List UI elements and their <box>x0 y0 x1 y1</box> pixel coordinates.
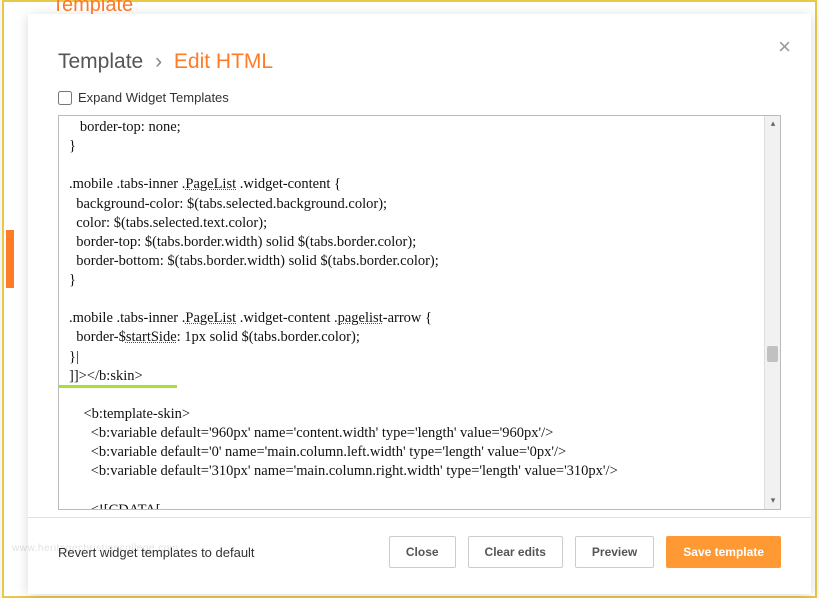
expand-widget-label: Expand Widget Templates <box>78 90 229 105</box>
expand-widget-row: Expand Widget Templates <box>28 86 811 115</box>
breadcrumb-current: Edit HTML <box>174 50 273 73</box>
clear-edits-button[interactable]: Clear edits <box>468 536 563 568</box>
breadcrumb: Template › Edit HTML <box>28 14 811 86</box>
scroll-thumb[interactable] <box>767 346 778 362</box>
preview-button[interactable]: Preview <box>575 536 654 568</box>
breadcrumb-separator: › <box>155 50 162 73</box>
close-icon[interactable]: × <box>778 36 791 58</box>
edit-html-modal: × Template › Edit HTML Expand Widget Tem… <box>28 14 811 594</box>
expand-widget-checkbox[interactable] <box>58 91 72 105</box>
code-editor[interactable]: border-top: none;} .mobile .tabs-inner .… <box>58 115 781 510</box>
scroll-up-icon[interactable]: ▴ <box>765 116 781 132</box>
breadcrumb-root[interactable]: Template <box>58 50 143 73</box>
modal-footer: Revert widget templates to default Close… <box>28 517 811 594</box>
scrollbar-vertical[interactable]: ▴ ▾ <box>764 116 780 509</box>
code-content[interactable]: border-top: none;} .mobile .tabs-inner .… <box>59 116 780 510</box>
outer-frame: Template × Template › Edit HTML Expand W… <box>2 0 817 598</box>
save-template-button[interactable]: Save template <box>666 536 781 568</box>
footer-buttons: Close Clear edits Preview Save template <box>389 536 781 568</box>
scroll-down-icon[interactable]: ▾ <box>765 493 781 509</box>
watermark: www.heritagechristiancollege.com <box>12 543 179 554</box>
close-button[interactable]: Close <box>389 536 456 568</box>
bg-sidebar-stripe <box>6 230 14 288</box>
